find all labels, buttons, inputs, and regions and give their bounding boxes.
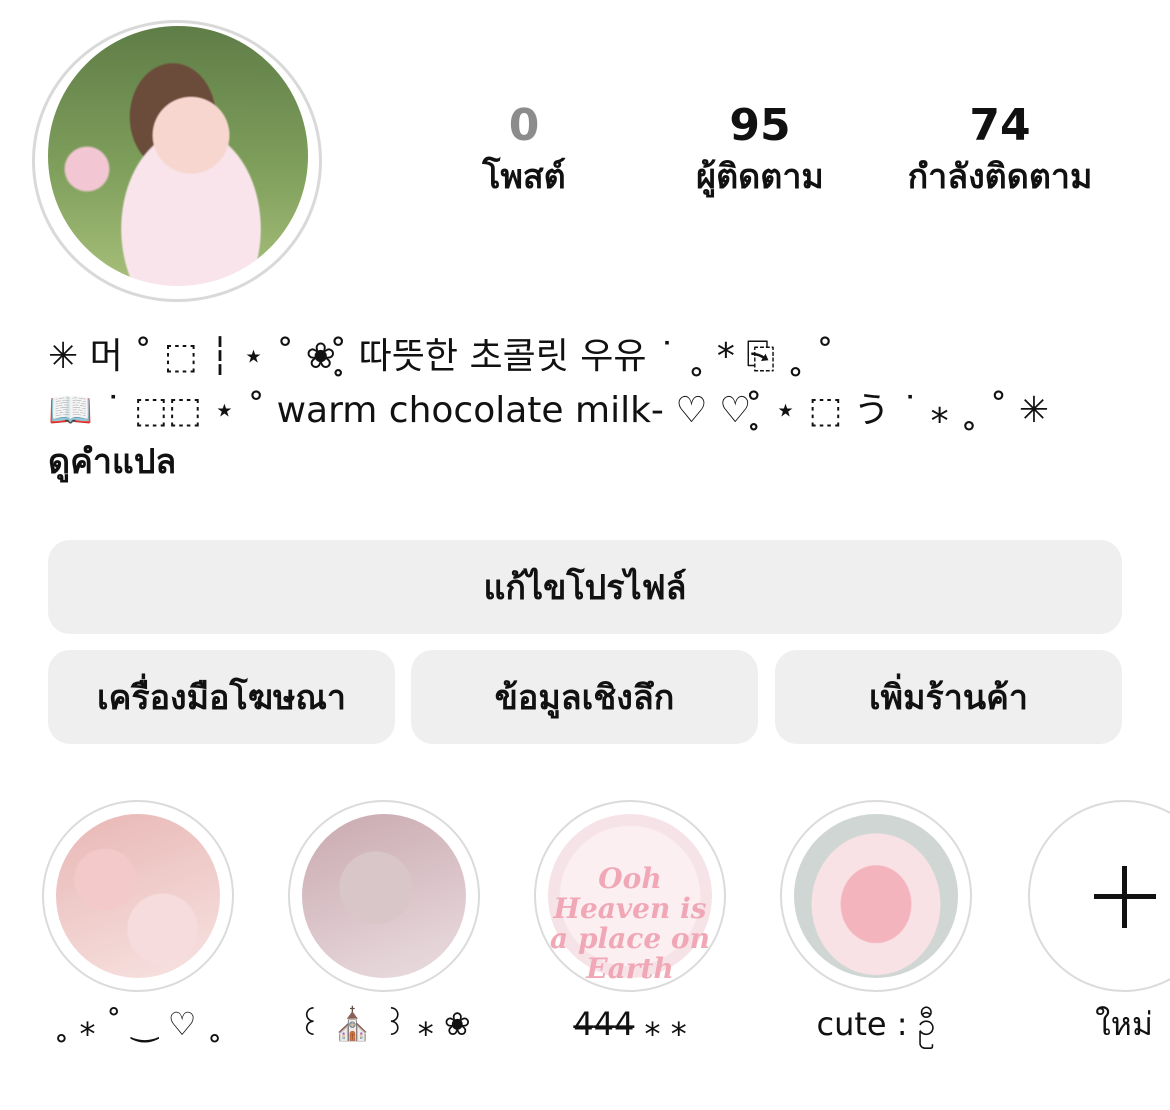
posts-label: โพสต์ (482, 157, 566, 197)
highlight-heaven-image: Ooh Heaven is a place on Earth (548, 814, 712, 984)
highlight-ring (288, 800, 480, 992)
highlight-label: 4̶4̶4̶ ⁎ ⁎ (573, 1005, 687, 1043)
followers-label: ผู้ติดตาม (696, 157, 824, 197)
highlight-label: ˳ ⁎ ˚ ‿ ♡ ˳ (53, 1005, 223, 1043)
ad-tools-button[interactable]: เครื่องมือโฆษณา (48, 650, 395, 744)
highlight-item[interactable]: ˳ ⁎ ˚ ‿ ♡ ˳ (40, 800, 236, 1046)
highlight-item[interactable]: ꒰ ⛪ ꒱ ⁎ ❀ (286, 800, 482, 1046)
bio-line-1: ✳ 머 ˚ ⬚ ┆ ⋆ ˚ ❀ ̥̊ 따뜻한 초콜릿 우유 ˙ ˳ * ⎘ ˳ … (48, 336, 834, 377)
highlight-cosmetics-image (56, 814, 220, 978)
following-count: 74 (969, 100, 1031, 151)
profile-avatar[interactable] (48, 26, 308, 286)
highlight-label: cute : ဦ (816, 1005, 936, 1043)
highlight-ring: Ooh Heaven is a place on Earth (534, 800, 726, 992)
following-label: กำลังติดตาม (907, 157, 1093, 197)
insights-button[interactable]: ข้อมูลเชิงลึก (411, 650, 758, 744)
new-highlight-label: ใหม่ (1095, 1005, 1153, 1043)
plus-icon (1030, 802, 1170, 990)
highlight-ice-cream-image (794, 814, 958, 978)
highlight-lace-book-image (302, 814, 466, 978)
new-highlight-button[interactable]: ใหม่ (1026, 800, 1170, 1046)
highlight-image-text: Ooh Heaven is a place on Earth (550, 862, 710, 985)
see-translation-link[interactable]: ดูคำแปล (48, 438, 1148, 486)
add-shop-button[interactable]: เพิ่มร้านค้า (775, 650, 1122, 744)
highlight-item[interactable]: Ooh Heaven is a place on Earth 4̶4̶4̶ ⁎ … (532, 800, 728, 1046)
highlight-ring (42, 800, 234, 992)
highlight-label: ꒰ ⛪ ꒱ ⁎ ❀ (297, 1005, 471, 1043)
bio-line-2: 📖 ˙ ⬚⬚ ⋆ ˚ warm chocolate milk- ♡ ♡ ̥̊ ⋆… (48, 390, 1050, 431)
highlight-ring (1028, 800, 1170, 992)
stat-followers[interactable]: 95 ผู้ติดตาม (660, 100, 860, 202)
profile-bio: ✳ 머 ˚ ⬚ ┆ ⋆ ˚ ❀ ̥̊ 따뜻한 초콜릿 우유 ˙ ˳ * ⎘ ˳ … (48, 330, 1148, 486)
edit-profile-button[interactable]: แก้ไขโปรไฟล์ (48, 540, 1122, 634)
posts-count: 0 (508, 100, 540, 151)
stat-following[interactable]: 74 กำลังติดตาม (880, 100, 1120, 202)
stat-posts[interactable]: 0 โพสต์ (454, 100, 594, 202)
followers-count: 95 (729, 100, 791, 151)
highlight-item[interactable]: cute : ဦ (778, 800, 974, 1046)
highlight-ring (780, 800, 972, 992)
